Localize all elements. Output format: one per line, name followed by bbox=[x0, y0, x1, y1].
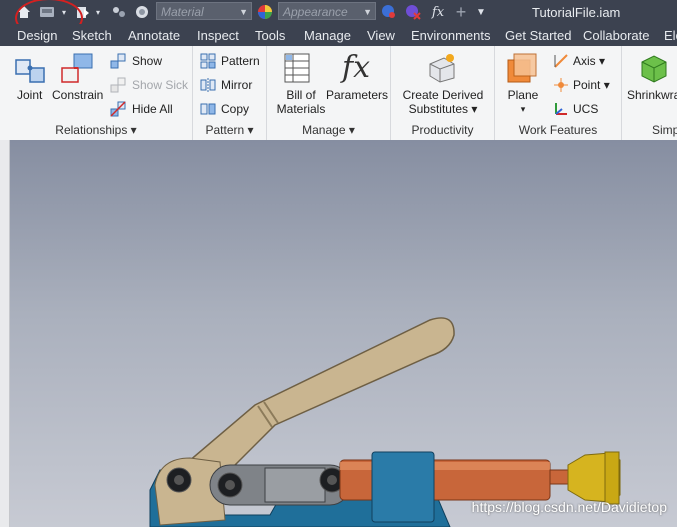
tab-manage[interactable]: Manage bbox=[304, 28, 351, 43]
window-title: TutorialFile.iam bbox=[532, 5, 621, 20]
panel-manage: Bill of Materials fx Parameters Manage ▾ bbox=[267, 46, 391, 140]
tab-view[interactable]: View bbox=[367, 28, 395, 43]
appearance-dropdown[interactable]: Appearance ▼ bbox=[278, 2, 376, 20]
chevron-down-icon: ▾ bbox=[520, 104, 526, 114]
axis-button[interactable]: Axis ▾ bbox=[573, 54, 605, 68]
axis-icon bbox=[553, 53, 569, 72]
bill-of-materials-icon bbox=[281, 52, 313, 87]
constrain-button[interactable]: Constrain bbox=[52, 88, 103, 102]
show-sick-icon bbox=[110, 77, 126, 96]
watermark-text: https://blog.csdn.net/Davidietop bbox=[471, 499, 667, 515]
material-placeholder: Material bbox=[161, 5, 204, 19]
plane-button[interactable]: Plane ▾ bbox=[507, 88, 539, 116]
panel-productivity: Create Derived Substitutes ▾ Productivit… bbox=[391, 46, 495, 140]
mirror-icon bbox=[200, 77, 216, 96]
ucs-icon bbox=[553, 101, 569, 120]
quick-access-toolbar: ▾ ▾ Material ▼ Appearance ▼ fx + ▼ Tutor… bbox=[0, 0, 677, 38]
customize-arrow-icon[interactable]: ▼ bbox=[475, 4, 487, 20]
clear-appearance-icon[interactable] bbox=[404, 4, 422, 20]
tab-get-started[interactable]: Get Started bbox=[505, 28, 571, 43]
chevron-down-icon: ▼ bbox=[363, 7, 372, 17]
plane-label: Plane bbox=[507, 88, 539, 102]
tab-inspect[interactable]: Inspect bbox=[197, 28, 239, 43]
material-dropdown[interactable]: Material ▼ bbox=[156, 2, 252, 20]
color-wheel-icon[interactable] bbox=[134, 4, 150, 20]
appearance-color-icon[interactable] bbox=[256, 4, 274, 20]
panel-title-work-features: Work Features bbox=[518, 123, 598, 137]
bom-label-line1: Bill of bbox=[286, 88, 316, 102]
panel-title-relationships[interactable]: Relationships ▾ bbox=[0, 123, 192, 137]
ribbon: Joint Constrain Show Show Sick Hide All … bbox=[0, 46, 677, 141]
tab-electromechanical[interactable]: Ele bbox=[664, 28, 677, 43]
point-icon bbox=[553, 77, 569, 96]
pattern-icon bbox=[200, 53, 216, 72]
hide-all-button[interactable]: Hide All bbox=[132, 102, 173, 116]
constrain-icon bbox=[60, 52, 94, 87]
panel-title-simplification: Simpli bbox=[652, 123, 677, 137]
panel-work-features: Plane ▾ Axis ▾ Point ▾ UCS Work Features bbox=[495, 46, 622, 140]
browser-collapsed-strip[interactable] bbox=[0, 140, 10, 527]
graphics-viewport[interactable]: https://blog.csdn.net/Davidietop bbox=[10, 140, 677, 527]
chevron-down-icon: ▼ bbox=[239, 7, 248, 17]
tab-sketch[interactable]: Sketch bbox=[72, 28, 112, 43]
bom-label-line2: Materials bbox=[276, 102, 326, 116]
plus-label: + bbox=[455, 1, 467, 22]
joint-button[interactable]: Joint bbox=[17, 88, 42, 102]
create-derived-substitutes-button[interactable]: Create Derived Substitutes ▾ bbox=[395, 88, 491, 116]
select-icon[interactable] bbox=[110, 4, 128, 20]
pattern-button[interactable]: Pattern bbox=[221, 54, 260, 68]
show-icon bbox=[110, 53, 126, 72]
cds-label-line1: Create Derived bbox=[402, 88, 484, 102]
tab-environments[interactable]: Environments bbox=[411, 28, 490, 43]
panel-pattern: Pattern Mirror Copy Pattern ▾ bbox=[193, 46, 267, 140]
create-derived-substitutes-icon bbox=[426, 52, 458, 87]
parameters-fx-icon: fx bbox=[342, 50, 370, 85]
shrinkwrap-icon bbox=[638, 52, 670, 87]
fx-label: fx bbox=[431, 4, 445, 20]
hide-all-icon bbox=[110, 101, 126, 120]
shrinkwrap-button[interactable]: Shrinkwra bbox=[627, 88, 677, 102]
ribbon-tabs: Design Sketch Annotate Inspect Tools Man… bbox=[0, 24, 677, 46]
panel-title-productivity: Productivity bbox=[411, 123, 474, 137]
parameters-icon[interactable]: fx bbox=[429, 4, 447, 20]
appearance-placeholder: Appearance bbox=[283, 5, 348, 19]
bom-button[interactable]: Bill of Materials bbox=[272, 88, 330, 116]
plane-icon bbox=[506, 52, 538, 87]
joint-icon bbox=[14, 52, 46, 87]
ucs-button[interactable]: UCS bbox=[573, 102, 598, 116]
adjust-appearance-icon[interactable] bbox=[380, 4, 398, 20]
point-button[interactable]: Point ▾ bbox=[573, 78, 610, 92]
cds-label-line2: Substitutes ▾ bbox=[408, 102, 478, 116]
undo-dropdown-icon[interactable]: ▾ bbox=[94, 4, 102, 20]
parameters-fx-label: fx bbox=[342, 50, 371, 85]
add-icon[interactable]: + bbox=[453, 1, 469, 22]
panel-title-pattern[interactable]: Pattern ▾ bbox=[193, 123, 266, 137]
tab-design[interactable]: Design bbox=[17, 28, 57, 43]
show-sick-button[interactable]: Show Sick bbox=[132, 78, 188, 92]
mirror-button[interactable]: Mirror bbox=[221, 78, 252, 92]
panel-title-manage[interactable]: Manage ▾ bbox=[267, 123, 390, 137]
tab-collaborate[interactable]: Collaborate bbox=[583, 28, 650, 43]
copy-icon bbox=[200, 101, 216, 120]
clamp-assembly-model bbox=[149, 317, 621, 527]
copy-button[interactable]: Copy bbox=[221, 102, 249, 116]
parameters-button[interactable]: Parameters bbox=[326, 88, 388, 102]
tab-annotate[interactable]: Annotate bbox=[128, 28, 180, 43]
panel-simplification: Shrinkwra Simpli bbox=[622, 46, 677, 140]
tab-tools[interactable]: Tools bbox=[255, 28, 285, 43]
panel-relationships: Joint Constrain Show Show Sick Hide All … bbox=[0, 46, 193, 140]
show-button[interactable]: Show bbox=[132, 54, 162, 68]
